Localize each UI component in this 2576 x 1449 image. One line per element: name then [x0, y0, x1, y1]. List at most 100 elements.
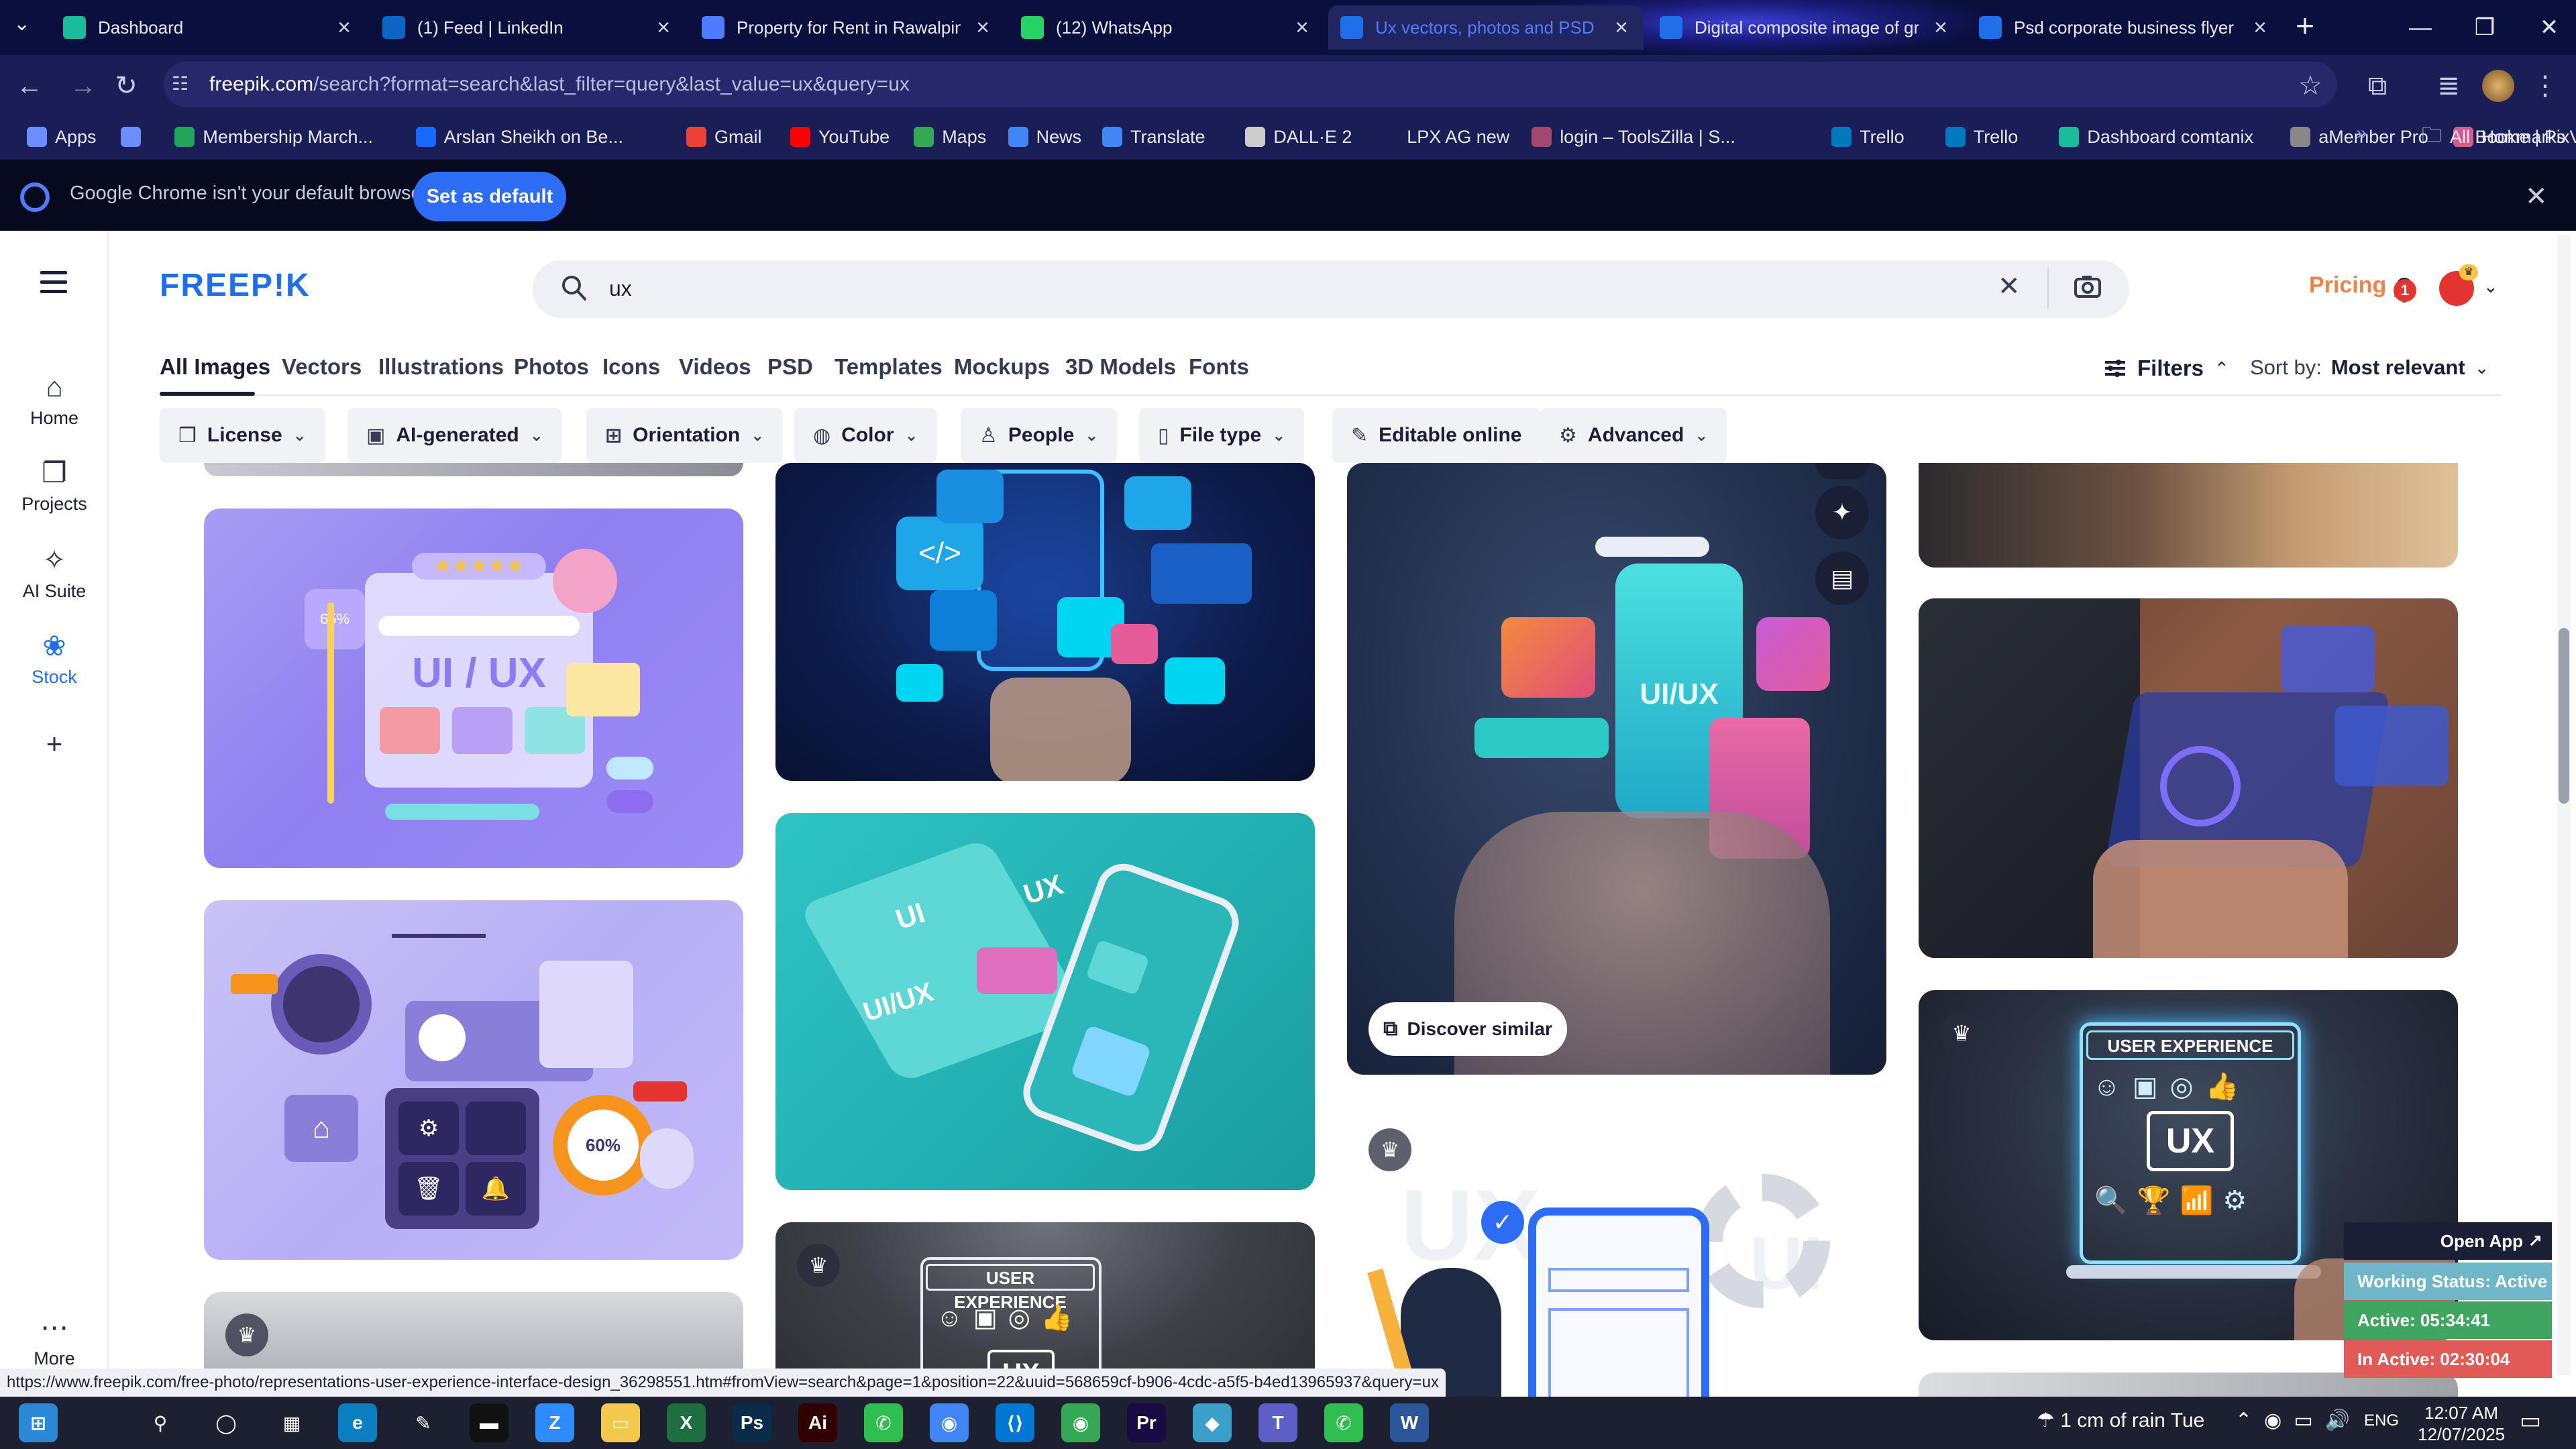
search-bar[interactable]	[533, 260, 2129, 318]
bookmark-item[interactable]: Trello	[1831, 122, 1904, 152]
filter-license[interactable]: ❒ License ⌄	[160, 408, 325, 463]
filter-editable-online[interactable]: ✎ Editable online	[1332, 408, 1541, 463]
filter-color[interactable]: ◍ Color ⌄	[794, 408, 937, 463]
edge-icon[interactable]: e	[338, 1403, 377, 1442]
bookmark-item[interactable]: Dashboard comtanix	[2059, 122, 2253, 152]
tab-templates[interactable]: Templates	[835, 354, 943, 380]
discover-similar-button[interactable]: ⧉ Discover similar	[1368, 1002, 1567, 1056]
ai-sparkle-button[interactable]: ✦	[1815, 486, 1869, 539]
rail-item-more[interactable]: ⋯ More	[0, 1311, 109, 1369]
image-card[interactable]	[1919, 463, 2458, 568]
tab-close-icon[interactable]: ×	[334, 15, 354, 41]
rail-item-stock[interactable]: ❀ Stock	[0, 629, 109, 688]
tab-icons[interactable]: Icons	[602, 354, 660, 380]
tab-search-chevron-icon[interactable]: ⌄	[13, 12, 40, 42]
tab-photos[interactable]: Photos	[514, 354, 589, 380]
image-card-uiux-panel[interactable]: ★★★★★ 65% UI / UX	[204, 508, 743, 868]
sort-dropdown[interactable]: Sort by: Most relevant ⌄	[2250, 356, 2489, 380]
browser-tab[interactable]: Digital composite image of gra ×	[1648, 5, 1963, 50]
image-action-button[interactable]	[1815, 463, 1869, 479]
browser-tab[interactable]: (1) Feed | LinkedIn ×	[370, 5, 686, 50]
word-icon[interactable]: W	[1390, 1403, 1429, 1442]
filter-advanced[interactable]: ⚙ Advanced ⌄	[1540, 408, 1727, 463]
image-card-laptop-dashboard[interactable]	[1919, 598, 2458, 958]
set-as-default-button[interactable]: Set as default	[413, 172, 566, 221]
bookmark-item[interactable]: LPX AG new	[1379, 122, 1509, 152]
extensions-icon[interactable]: ⧉	[2359, 67, 2396, 105]
bookmark-item[interactable]: Maps	[914, 122, 986, 152]
search-input[interactable]: ux	[609, 272, 632, 305]
pricing-link[interactable]: Pricing	[2309, 272, 2386, 299]
back-icon[interactable]: ←	[11, 67, 48, 105]
rail-item-add[interactable]: +	[0, 727, 109, 761]
bookmark-item[interactable]: Arslan Sheikh on Be...	[415, 122, 623, 152]
rail-item-projects[interactable]: ❐ Projects	[0, 456, 109, 515]
filter-people[interactable]: ♙ People ⌄	[961, 408, 1118, 463]
tab-videos[interactable]: Videos	[679, 354, 751, 380]
bookmark-item[interactable]: Trello	[1945, 122, 2018, 152]
vscode-icon[interactable]: ⟨⟩	[996, 1403, 1034, 1442]
image-card-neon-phone[interactable]: </>	[775, 463, 1315, 781]
reload-icon[interactable]: ↻	[107, 67, 145, 105]
filters-toggle[interactable]: Filters ⌃	[2104, 356, 2229, 381]
chat2-icon[interactable]: ✆	[1324, 1403, 1363, 1442]
notification-center-icon[interactable]: ▭	[2520, 1407, 2541, 1434]
bookmark-item[interactable]: News	[1008, 122, 1081, 152]
camera-search-icon[interactable]	[2073, 272, 2102, 302]
bookmark-item[interactable]: Apps	[27, 122, 97, 152]
browser-tab[interactable]: Psd corporate business flyer de ×	[1967, 5, 2282, 50]
zoom-icon[interactable]: Z	[535, 1403, 574, 1442]
browser-tab[interactable]: (12) WhatsApp ×	[1009, 5, 1324, 50]
bookmark-star-icon[interactable]: ☆	[2292, 67, 2329, 105]
browser-tab[interactable]: Dashboard ×	[51, 5, 366, 50]
filter-ai-generated[interactable]: ▣ AI-generated ⌄	[347, 408, 562, 463]
hamburger-menu-icon[interactable]	[40, 271, 67, 294]
excel-icon[interactable]: X	[667, 1403, 706, 1442]
browser-tab[interactable]: Ux vectors, photos and PSD files ×	[1328, 5, 1644, 50]
weather-widget[interactable]: ☂ 1 cm of rain Tue	[2037, 1409, 2204, 1432]
browser-tab[interactable]: Property for Rent in Rawalpindi ×	[690, 5, 1005, 50]
site-info-icon[interactable]: ☷	[172, 72, 196, 97]
system-tray-icons[interactable]: ⌃◉▭🔊	[2235, 1409, 2362, 1432]
windows-start-icon[interactable]: ⊞	[19, 1403, 58, 1442]
taskbar-search-icon[interactable]: ⚲	[141, 1403, 180, 1442]
bookmark-item[interactable]: Gmail	[686, 122, 762, 152]
tab-vectors[interactable]: Vectors	[282, 354, 362, 380]
terminal-icon[interactable]: ▬	[470, 1403, 508, 1442]
all-bookmarks-button[interactable]: 🗀 All Bookmarks	[2422, 122, 2566, 152]
freepik-logo[interactable]: FREEP!K	[160, 267, 311, 304]
chrome-menu-icon[interactable]: ⋮	[2526, 67, 2564, 105]
task-view-icon[interactable]: ▦	[272, 1403, 311, 1442]
tab-fonts[interactable]: Fonts	[1189, 354, 1249, 380]
pen-icon[interactable]: ✎	[404, 1403, 443, 1442]
page-scrollbar[interactable]	[2557, 235, 2571, 1375]
illustrator-icon[interactable]: Ai	[798, 1403, 837, 1442]
clock[interactable]: 12:07 AM 12/07/2025	[2418, 1402, 2505, 1445]
bookmark-item[interactable]: DALL·E 2	[1245, 122, 1352, 152]
teams-icon[interactable]: T	[1258, 1403, 1297, 1442]
infobar-close-icon[interactable]: ✕	[2525, 181, 2548, 212]
more-bookmarks-icon[interactable]: »	[2356, 122, 2367, 145]
tab-mockups[interactable]: Mockups	[954, 354, 1050, 380]
image-card-isometric[interactable]: UI UX UI/UX	[775, 813, 1315, 1190]
tab-close-icon[interactable]: ×	[653, 15, 674, 41]
restore-button[interactable]: ❐	[2453, 0, 2517, 55]
language-indicator[interactable]: ENG	[2364, 1411, 2399, 1430]
rail-item-home[interactable]: ⌂ Home	[0, 370, 109, 429]
user-menu-chevron-icon[interactable]: ⌄	[2483, 276, 2498, 297]
tab-illustrations[interactable]: Illustrations	[378, 354, 504, 380]
cortana-icon[interactable]: ◯	[207, 1403, 246, 1442]
app-icon[interactable]: ◆	[1193, 1403, 1232, 1442]
tab-close-icon[interactable]: ×	[1292, 15, 1312, 41]
tab-close-icon[interactable]: ×	[1931, 15, 1951, 41]
forward-icon[interactable]: →	[64, 67, 102, 105]
profile-avatar[interactable]	[2482, 70, 2514, 102]
photoshop-icon[interactable]: Ps	[733, 1403, 771, 1442]
image-card-dashboard[interactable]: ⚙ 🗑 🔔 60% ⌂	[204, 900, 743, 1260]
bookmark-item[interactable]: YouTube	[790, 122, 890, 152]
bookmark-item[interactable]: Membership March...	[174, 122, 373, 152]
open-app-link[interactable]: Open App ↗	[2344, 1222, 2552, 1260]
tab-close-icon[interactable]: ×	[973, 15, 993, 41]
filter-orientation[interactable]: ⊞ Orientation ⌄	[586, 408, 784, 463]
chrome-active-icon[interactable]: ◉	[1061, 1403, 1100, 1442]
